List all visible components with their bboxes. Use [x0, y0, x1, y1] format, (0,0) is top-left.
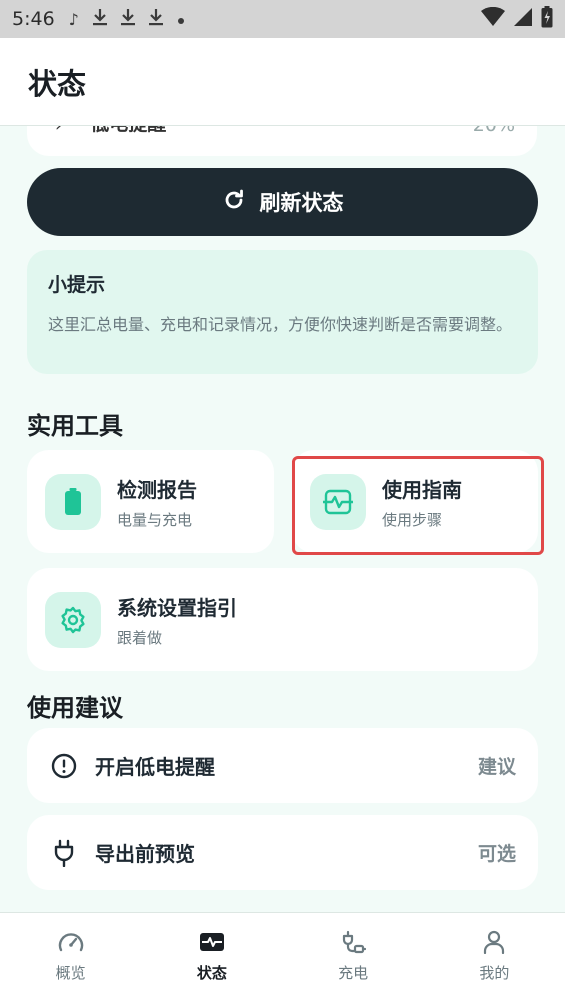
notification-dot-icon	[177, 10, 185, 29]
tip-body: 这里汇总电量、充电和记录情况，方便你快速判断是否需要调整。	[48, 315, 513, 334]
refresh-icon	[222, 188, 246, 216]
nav-label: 状态	[196, 964, 227, 982]
tool-system-settings-guide[interactable]: 系统设置指引 跟着做	[27, 568, 538, 671]
battery-status-icon	[541, 6, 553, 32]
suggestion-enable-low-battery-alert[interactable]: 开启低电提醒 建议	[27, 728, 538, 803]
low-battery-value: 20%	[473, 126, 515, 136]
tiktok-icon: ♪	[68, 9, 79, 29]
refresh-status-button[interactable]: 刷新状态	[27, 168, 538, 236]
tool-detection-report[interactable]: 检测报告 电量与充电	[27, 450, 274, 553]
low-battery-label: 低电提醒	[90, 126, 166, 136]
download-icon	[148, 8, 163, 30]
nav-label: 充电	[338, 964, 369, 982]
refresh-status-label: 刷新状态	[259, 191, 344, 215]
suggestion-tag: 建议	[477, 756, 516, 778]
suggestion-name: 开启低电提醒	[95, 755, 215, 779]
tool-subtitle: 跟着做	[117, 628, 163, 647]
plug-icon	[49, 839, 79, 867]
suggestions-section-title: 使用建议	[27, 694, 123, 722]
bottom-navigation: 概览 状态 充电 我的	[0, 912, 565, 1004]
chevron-icon: ›	[55, 126, 62, 136]
main-content[interactable]: › 低电提醒 20% 刷新状态 小提示 这里汇总电量、充电和记录情况，方便你快速…	[0, 126, 565, 912]
battery-icon	[45, 473, 101, 530]
signal-icon	[513, 7, 533, 31]
nav-status[interactable]: 状态	[141, 913, 282, 1004]
tool-subtitle: 使用步骤	[382, 510, 443, 529]
page-title: 状态	[28, 66, 87, 101]
tools-section-title: 实用工具	[27, 412, 123, 440]
tool-name: 使用指南	[382, 477, 462, 502]
tip-title: 小提示	[48, 274, 106, 296]
speedometer-icon	[58, 928, 84, 956]
download-icon	[120, 8, 135, 30]
status-bar: 5:46 ♪	[0, 0, 565, 38]
nav-label: 概览	[55, 964, 86, 982]
tool-name: 检测报告	[117, 477, 197, 502]
download-icon	[92, 8, 107, 30]
suggestion-name: 导出前预览	[95, 842, 195, 866]
pulse-icon	[310, 473, 366, 530]
alert-circle-icon	[49, 753, 79, 779]
pulse-card-icon	[199, 928, 225, 956]
tool-subtitle: 电量与充电	[117, 510, 193, 529]
person-icon	[483, 928, 505, 956]
suggestion-tag: 可选	[477, 843, 516, 865]
nav-overview[interactable]: 概览	[0, 913, 141, 1004]
app-bar: 状态	[0, 38, 565, 126]
suggestion-preview-before-export[interactable]: 导出前预览 可选	[27, 815, 538, 890]
gear-icon	[45, 591, 101, 648]
nav-label: 我的	[479, 964, 510, 982]
nav-profile[interactable]: 我的	[424, 913, 565, 1004]
tip-card: 小提示 这里汇总电量、充电和记录情况，方便你快速判断是否需要调整。	[27, 250, 538, 374]
wifi-icon	[481, 6, 505, 31]
charger-icon	[340, 928, 367, 956]
status-time: 5:46	[12, 8, 55, 30]
tool-user-guide[interactable]: 使用指南 使用步骤	[292, 450, 538, 553]
tool-name: 系统设置指引	[117, 595, 237, 620]
nav-charging[interactable]: 充电	[283, 913, 424, 1004]
low-battery-row[interactable]: › 低电提醒 20%	[27, 126, 537, 156]
